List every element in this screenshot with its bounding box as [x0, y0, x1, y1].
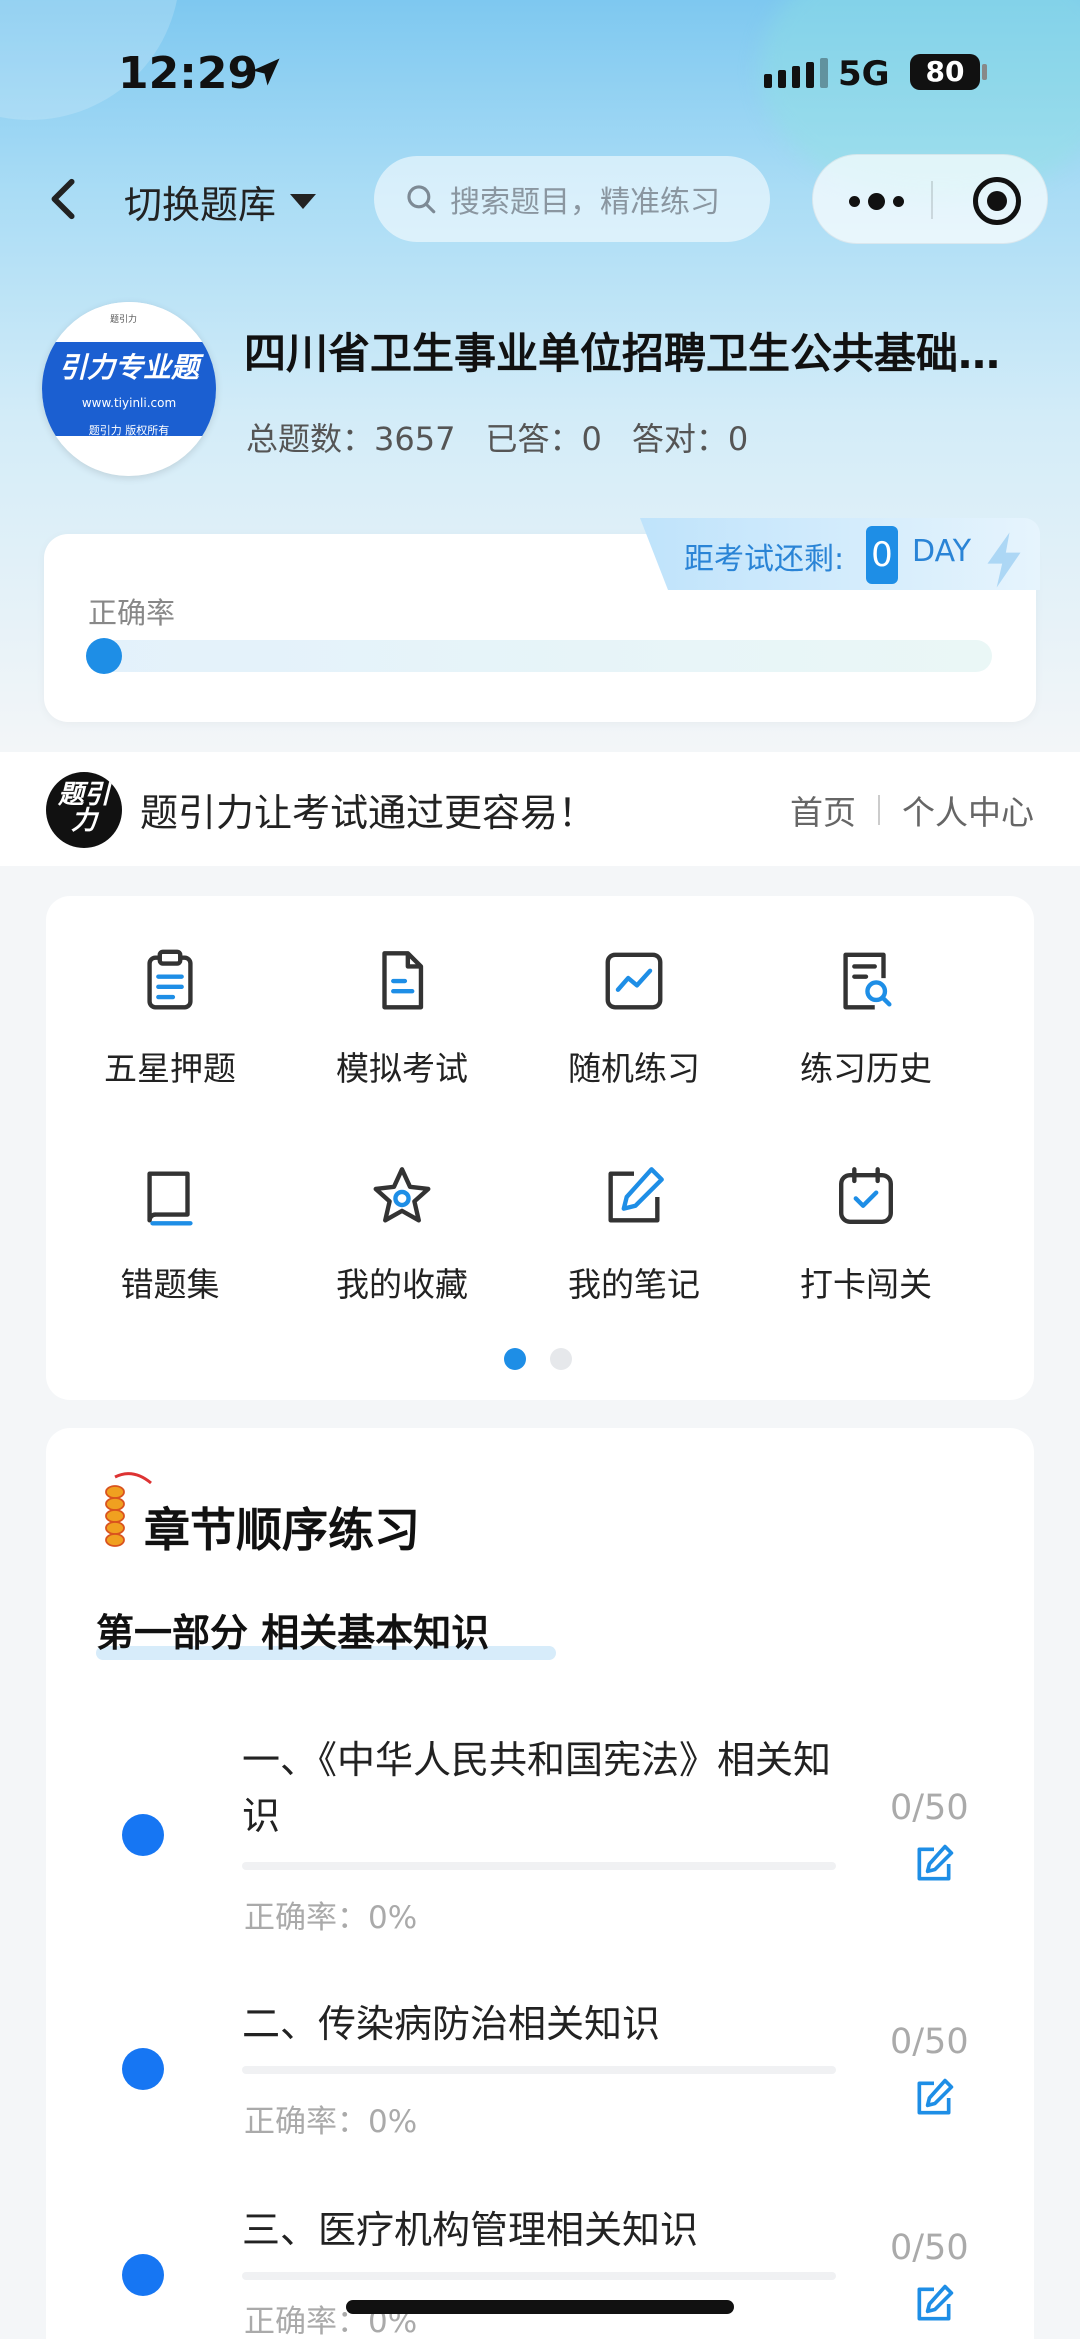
slogan-links: 首页 个人中心 — [790, 786, 1034, 834]
function-label: 随机练习 — [568, 1049, 700, 1088]
function-grid: 五星押题 模拟考试 随机练习 练习历史 错题集 我的收藏 我的笔记 打卡闯关 — [46, 896, 1034, 1400]
function-notes[interactable]: 我的笔记 — [518, 1162, 750, 1306]
chapter-status-dot — [122, 2254, 164, 2296]
chapter-item-title[interactable]: 一、《中华人民共和国宪法》相关知识 — [242, 1732, 832, 1844]
history-search-icon — [843, 952, 892, 1010]
bank-logo: 题引力 引力专业题 www.tiyinli.com 题引力 版权所有 — [42, 302, 216, 476]
trend-chart-icon — [605, 952, 663, 1010]
countdown-label: 距考试还剩: — [684, 542, 845, 577]
book-icon — [147, 1171, 193, 1226]
slogan-bar: 题引力 题引力让考试通过更容易！ 首页 个人中心 — [0, 752, 1080, 866]
user-center-link[interactable]: 个人中心 — [902, 786, 1034, 834]
status-bar: 12:29 5G 80 — [0, 40, 1080, 110]
answered-stat: 已答：0 — [485, 414, 601, 460]
home-link[interactable]: 首页 — [790, 786, 856, 834]
switch-bank-button[interactable]: 切换题库 — [124, 174, 317, 229]
function-favorites[interactable]: 我的收藏 — [286, 1162, 518, 1306]
battery-icon: 80 — [910, 54, 980, 90]
status-time: 12:29 — [118, 48, 259, 99]
search-icon — [407, 185, 436, 214]
function-random-practice[interactable]: 随机练习 — [518, 946, 750, 1090]
chapter-count: 0/50 — [890, 2228, 969, 2268]
accuracy-progress-track — [88, 640, 992, 672]
chapter-item-title[interactable]: 二、传染病防治相关知识 — [242, 1996, 832, 2052]
search-input[interactable]: 搜索题目，精准练习 — [374, 156, 770, 242]
chapter-item-title[interactable]: 三、医疗机构管理相关知识 — [242, 2202, 832, 2258]
miniprogram-capsule — [812, 154, 1048, 244]
logo-small-text: 题引力 — [110, 315, 138, 325]
chapter-accuracy: 正确率：0% — [244, 1900, 418, 1936]
total-stat: 总题数：3657 — [246, 414, 455, 460]
link-divider — [878, 795, 880, 825]
bank-title: 四川省卫生事业单位招聘卫生公共基础知识 — [244, 329, 1034, 378]
back-icon[interactable] — [44, 176, 84, 222]
function-checkin[interactable]: 打卡闯关 — [750, 1162, 982, 1306]
correct-value: 0 — [727, 420, 749, 458]
page-dot-active[interactable] — [504, 1348, 526, 1370]
clipboard-icon — [147, 949, 193, 1010]
brand-logo-icon: 题引力 — [46, 772, 122, 848]
answered-label: 已答： — [485, 420, 582, 458]
chapter-section-title: 章节顺序练习 — [144, 1503, 420, 1557]
part-title: 第一部分 相关基本知识 — [96, 1611, 490, 1655]
edit-icon[interactable] — [912, 2282, 956, 2326]
countdown-unit: DAY — [912, 534, 972, 569]
function-label: 我的收藏 — [336, 1265, 468, 1304]
function-mock-exam[interactable]: 模拟考试 — [286, 946, 518, 1090]
star-icon — [373, 1167, 431, 1223]
answered-value: 0 — [581, 420, 602, 458]
total-label: 总题数： — [246, 420, 375, 458]
function-label: 练习历史 — [800, 1049, 932, 1088]
function-wrong-set[interactable]: 错题集 — [54, 1162, 286, 1306]
edit-note-icon — [608, 1167, 664, 1223]
document-icon — [382, 951, 424, 1010]
calendar-check-icon — [839, 1167, 893, 1224]
countdown-days: 0 — [866, 526, 898, 584]
accuracy-progress-dot — [86, 638, 122, 674]
network-type: 5G — [838, 54, 890, 94]
home-indicator — [346, 2300, 734, 2314]
page-dot[interactable] — [550, 1348, 572, 1370]
correct-stat: 答对：0 — [632, 414, 748, 460]
logo-url: www.tiyinli.com — [81, 396, 177, 410]
accuracy-label: 正确率 — [88, 596, 176, 630]
chapter-progress-bar — [242, 1862, 836, 1870]
chapter-status-dot — [122, 2048, 164, 2090]
function-label: 五星押题 — [104, 1049, 236, 1088]
nav-bar: 切换题库 搜索题目，精准练习 — [0, 150, 1080, 250]
function-label: 错题集 — [120, 1265, 220, 1304]
function-history[interactable]: 练习历史 — [750, 946, 982, 1090]
function-label: 打卡闯关 — [800, 1265, 932, 1304]
search-placeholder: 搜索题目，精准练习 — [450, 185, 720, 220]
total-value: 3657 — [374, 420, 456, 458]
edit-icon[interactable] — [912, 1842, 956, 1886]
logo-title: 引力专业题 — [58, 351, 199, 384]
function-label: 模拟考试 — [336, 1049, 468, 1088]
correct-label: 答对： — [631, 420, 728, 458]
caret-down-icon — [290, 194, 317, 209]
chapter-accuracy: 正确率：0% — [244, 2104, 418, 2140]
capsule-divider — [931, 181, 933, 219]
battery-cap — [982, 64, 987, 80]
brand-logo-text: 题引力 — [57, 780, 110, 836]
chapter-status-dot — [122, 1814, 164, 1856]
bank-stats: 总题数：3657 已答：0 答对：0 — [246, 414, 748, 460]
function-five-star[interactable]: 五星押题 — [54, 946, 286, 1090]
signal-icon — [764, 58, 828, 88]
chapter-count: 0/50 — [890, 2022, 969, 2062]
logo-copyright: 题引力 版权所有 — [88, 424, 170, 437]
more-icon[interactable] — [849, 193, 904, 210]
location-arrow-icon — [252, 58, 280, 86]
slogan-text: 题引力让考试通过更容易！ — [140, 791, 597, 835]
switch-bank-label: 切换题库 — [124, 183, 277, 227]
edit-icon[interactable] — [912, 2076, 956, 2120]
lightning-icon — [987, 532, 1021, 588]
close-miniprogram-icon[interactable] — [973, 177, 1021, 225]
page-indicator — [504, 1348, 572, 1370]
function-label: 我的笔记 — [568, 1265, 700, 1304]
chapter-progress-bar — [242, 2272, 836, 2280]
chapter-progress-bar — [242, 2066, 836, 2074]
chapter-count: 0/50 — [890, 1788, 969, 1828]
